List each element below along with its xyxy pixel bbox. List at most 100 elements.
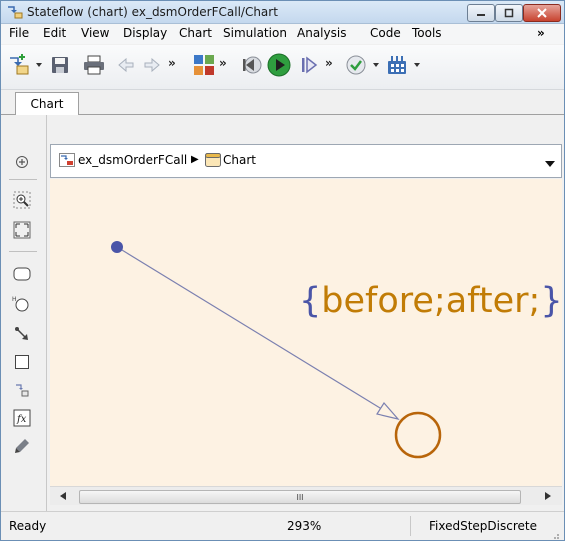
palette-divider — [9, 251, 37, 252]
scroll-left-button[interactable] — [55, 488, 71, 504]
save-icon — [52, 57, 68, 73]
menu-chart[interactable]: Chart — [179, 26, 212, 40]
box-tool-icon — [15, 355, 29, 369]
stateflow-app-icon — [7, 5, 23, 19]
arrow-left-icon — [60, 492, 66, 500]
label-body: before;after; — [321, 281, 541, 321]
annotation-button[interactable] — [11, 435, 33, 457]
label-close-brace: } — [540, 281, 562, 321]
horizontal-scrollbar[interactable]: III — [50, 486, 562, 505]
fit-view-button[interactable] — [11, 219, 33, 241]
run-button[interactable] — [265, 51, 293, 79]
breadcrumb-model[interactable]: ex_dsmOrderFCall — [78, 153, 187, 167]
chart-diagram — [111, 241, 442, 459]
menu-file[interactable]: File — [9, 26, 29, 40]
forward-icon — [144, 57, 160, 73]
check-icon — [346, 55, 366, 75]
menu-simulation[interactable]: Simulation — [223, 26, 287, 40]
toolbar-more-2[interactable]: » — [219, 56, 227, 70]
status-zoom: 293% — [287, 519, 322, 533]
simulink-function-button[interactable] — [11, 379, 33, 401]
label-open-brace: { — [299, 281, 322, 321]
forward-button[interactable] — [140, 51, 164, 79]
hide-explorer-button[interactable] — [11, 151, 33, 173]
menu-code[interactable]: Code — [370, 26, 401, 40]
menu-view[interactable]: View — [81, 26, 109, 40]
minimize-button[interactable] — [467, 4, 495, 22]
breadcrumb: ex_dsmOrderFCall ▶ Chart — [50, 144, 562, 178]
check-dropdown[interactable] — [373, 63, 379, 67]
run-icon — [267, 53, 291, 77]
library-button[interactable] — [191, 51, 217, 79]
check-button[interactable] — [343, 51, 369, 79]
close-icon — [537, 8, 547, 18]
menu-bar: File Edit View Display Chart Simulation … — [1, 24, 564, 44]
new-model-button[interactable] — [6, 51, 32, 79]
model-icon — [59, 153, 75, 170]
scrollbar-grip: III — [296, 492, 304, 502]
arrow-right-icon — [545, 492, 551, 500]
zoom-in-button[interactable] — [11, 189, 33, 211]
simulink-function-icon — [16, 384, 29, 397]
build-icon — [388, 56, 406, 74]
menu-analysis[interactable]: Analysis — [297, 26, 346, 40]
junction-state[interactable] — [394, 411, 442, 459]
window-title: Stateflow (chart) ex_dsmOrderFCall/Chart — [27, 5, 278, 19]
step-forward-button[interactable] — [297, 51, 321, 79]
palette-divider — [9, 179, 37, 180]
svg-text:fx: fx — [16, 414, 27, 425]
default-transition[interactable] — [116, 246, 399, 420]
build-button[interactable] — [384, 51, 410, 79]
print-button[interactable] — [81, 51, 107, 79]
step-back-button[interactable] — [238, 51, 264, 79]
maximize-button[interactable] — [495, 4, 523, 22]
status-ready: Ready — [9, 519, 47, 533]
new-model-dropdown[interactable] — [36, 63, 42, 67]
menu-overflow[interactable]: » — [537, 26, 545, 40]
transition-arrowhead — [376, 402, 400, 421]
save-button[interactable] — [47, 51, 73, 79]
print-icon — [84, 55, 104, 75]
scroll-right-button[interactable] — [540, 488, 556, 504]
minimize-icon — [477, 14, 485, 16]
menu-edit[interactable]: Edit — [43, 26, 66, 40]
toolbar-more-3[interactable]: » — [325, 56, 333, 70]
status-divider — [410, 516, 411, 536]
title-bar: Stateflow (chart) ex_dsmOrderFCall/Chart — [1, 1, 564, 24]
chevron-down-icon — [545, 161, 555, 167]
build-dropdown[interactable] — [414, 63, 420, 67]
state-tool-button[interactable] — [11, 263, 33, 285]
object-palette: H fx — [1, 115, 47, 515]
tab-strip: Chart — [1, 90, 564, 115]
matlab-function-button[interactable]: fx — [11, 407, 33, 429]
history-junction-button[interactable]: H — [11, 293, 33, 315]
default-transition-button[interactable] — [11, 323, 33, 345]
status-bar: Ready 293% FixedStepDiscrete — [1, 511, 564, 540]
svg-text:H: H — [12, 296, 17, 303]
history-junction-icon: H — [12, 296, 29, 312]
tab-chart[interactable]: Chart — [15, 92, 79, 115]
explorer-toggle-icon — [16, 156, 28, 168]
new-model-icon — [10, 54, 29, 75]
back-icon — [118, 57, 134, 73]
resize-grip-icon[interactable] — [552, 529, 560, 540]
scrollbar-thumb[interactable]: III — [79, 490, 521, 504]
chart-canvas[interactable]: {before;after;} — [50, 179, 562, 486]
zoom-in-icon — [13, 191, 31, 209]
library-icon — [194, 55, 214, 75]
close-button[interactable] — [523, 4, 561, 22]
box-tool-button[interactable] — [11, 351, 33, 373]
menu-tools[interactable]: Tools — [412, 26, 442, 40]
toolbar-more-1[interactable]: » — [168, 56, 176, 70]
menu-display[interactable]: Display — [123, 26, 167, 40]
matlab-function-icon: fx — [13, 409, 31, 427]
tab-chart-label: Chart — [30, 97, 64, 111]
breadcrumb-separator: ▶ — [191, 154, 199, 165]
breadcrumb-dropdown[interactable] — [545, 157, 555, 171]
state-label[interactable]: {before;after;} — [299, 281, 562, 321]
default-transition-source-dot — [111, 241, 123, 253]
chart-icon — [205, 153, 221, 170]
breadcrumb-chart[interactable]: Chart — [223, 153, 256, 167]
maximize-icon — [504, 8, 514, 18]
back-button[interactable] — [114, 51, 138, 79]
